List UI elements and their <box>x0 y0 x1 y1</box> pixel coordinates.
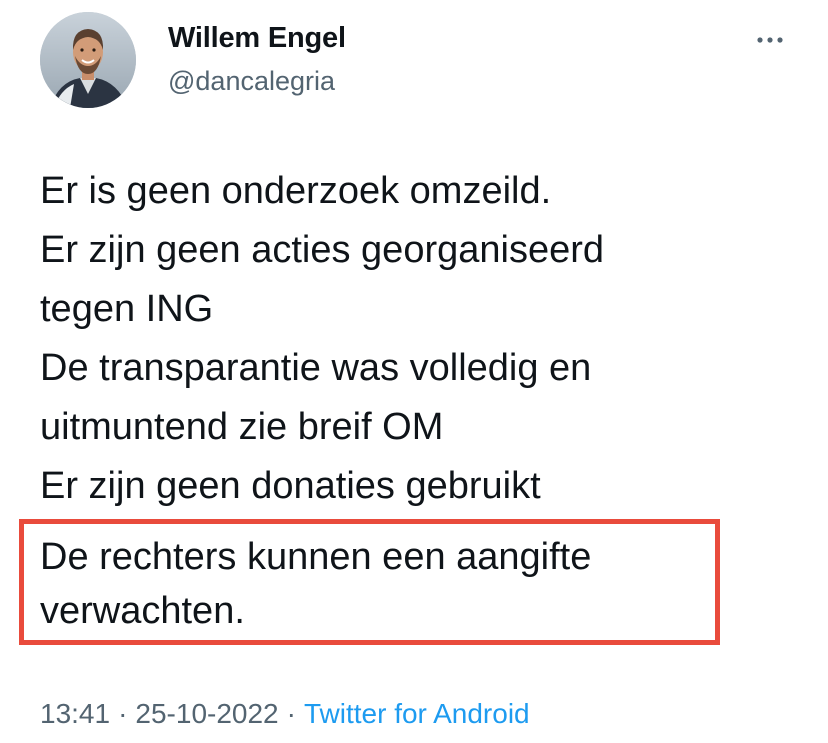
tweet-time[interactable]: 13:41 <box>40 698 110 729</box>
tweet-text: Er is geen onderzoek omzeild. Er zijn ge… <box>40 162 800 516</box>
tweet-line: De rechters kunnen een aangifte <box>40 536 592 578</box>
separator: · <box>286 698 296 729</box>
more-horizontal-icon <box>757 37 783 43</box>
tweet-line: Er zijn geen acties georganiseerd <box>40 229 605 271</box>
tweet-line: Er zijn geen donaties gebruikt <box>40 465 541 507</box>
author-handle[interactable]: @dancalegria <box>168 66 335 97</box>
tweet-line: Er is geen onderzoek omzeild. <box>40 170 552 212</box>
tweet-line: verwachten. <box>40 590 245 632</box>
highlighted-tweet-text: De rechters kunnen een aangifte verwacht… <box>40 530 720 638</box>
avatar[interactable] <box>40 12 136 108</box>
tweet-line: tegen ING <box>40 288 214 330</box>
tweet-line: De transparantie was volledig en <box>40 347 592 389</box>
tweet-date[interactable]: 25-10-2022 <box>135 698 278 729</box>
avatar-photo <box>40 12 136 108</box>
separator: · <box>118 698 128 729</box>
more-options-button[interactable] <box>750 28 790 52</box>
tweet-metadata: 13:41 · 25-10-2022 · Twitter for Android <box>40 698 530 730</box>
tweet-line: uitmuntend zie breif OM <box>40 406 444 448</box>
tweet-source-link[interactable]: Twitter for Android <box>304 698 530 729</box>
author-display-name[interactable]: Willem Engel <box>168 22 346 55</box>
